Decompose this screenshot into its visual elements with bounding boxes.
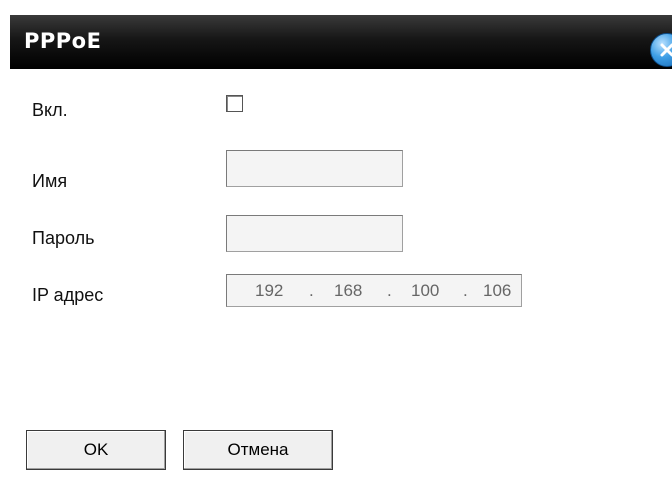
dialog-title: PPPoE (24, 29, 102, 53)
ip-octet-1[interactable]: 192 (255, 281, 283, 301)
name-field[interactable] (226, 150, 403, 187)
ip-separator-3: . (463, 281, 468, 300)
ip-octet-3[interactable]: 100 (411, 281, 439, 301)
ip-octet-2[interactable]: 168 (334, 281, 362, 301)
close-button[interactable] (650, 33, 672, 67)
pppoe-dialog: PPPoE Вкл. Имя Пароль IP адрес 192 . 168… (0, 0, 672, 495)
dialog-titlebar[interactable]: PPPoE (10, 15, 672, 69)
ip-address-label: IP адрес (32, 285, 104, 305)
close-icon (660, 43, 672, 57)
password-field[interactable] (226, 215, 403, 252)
ip-address-field[interactable]: 192 . 168 . 100 . 106 (226, 274, 522, 307)
ip-separator-2: . (387, 281, 392, 300)
cancel-button[interactable]: Отмена (183, 430, 333, 470)
enable-checkbox[interactable] (226, 95, 243, 112)
name-label: Имя (32, 171, 68, 191)
password-label: Пароль (32, 228, 95, 248)
enable-label: Вкл. (32, 100, 68, 120)
ip-octet-4[interactable]: 106 (483, 281, 511, 301)
ok-button[interactable]: OK (26, 430, 166, 470)
dialog-body: Вкл. Имя Пароль IP адрес 192 . 168 . 100… (10, 69, 672, 495)
ip-separator-1: . (309, 281, 314, 300)
